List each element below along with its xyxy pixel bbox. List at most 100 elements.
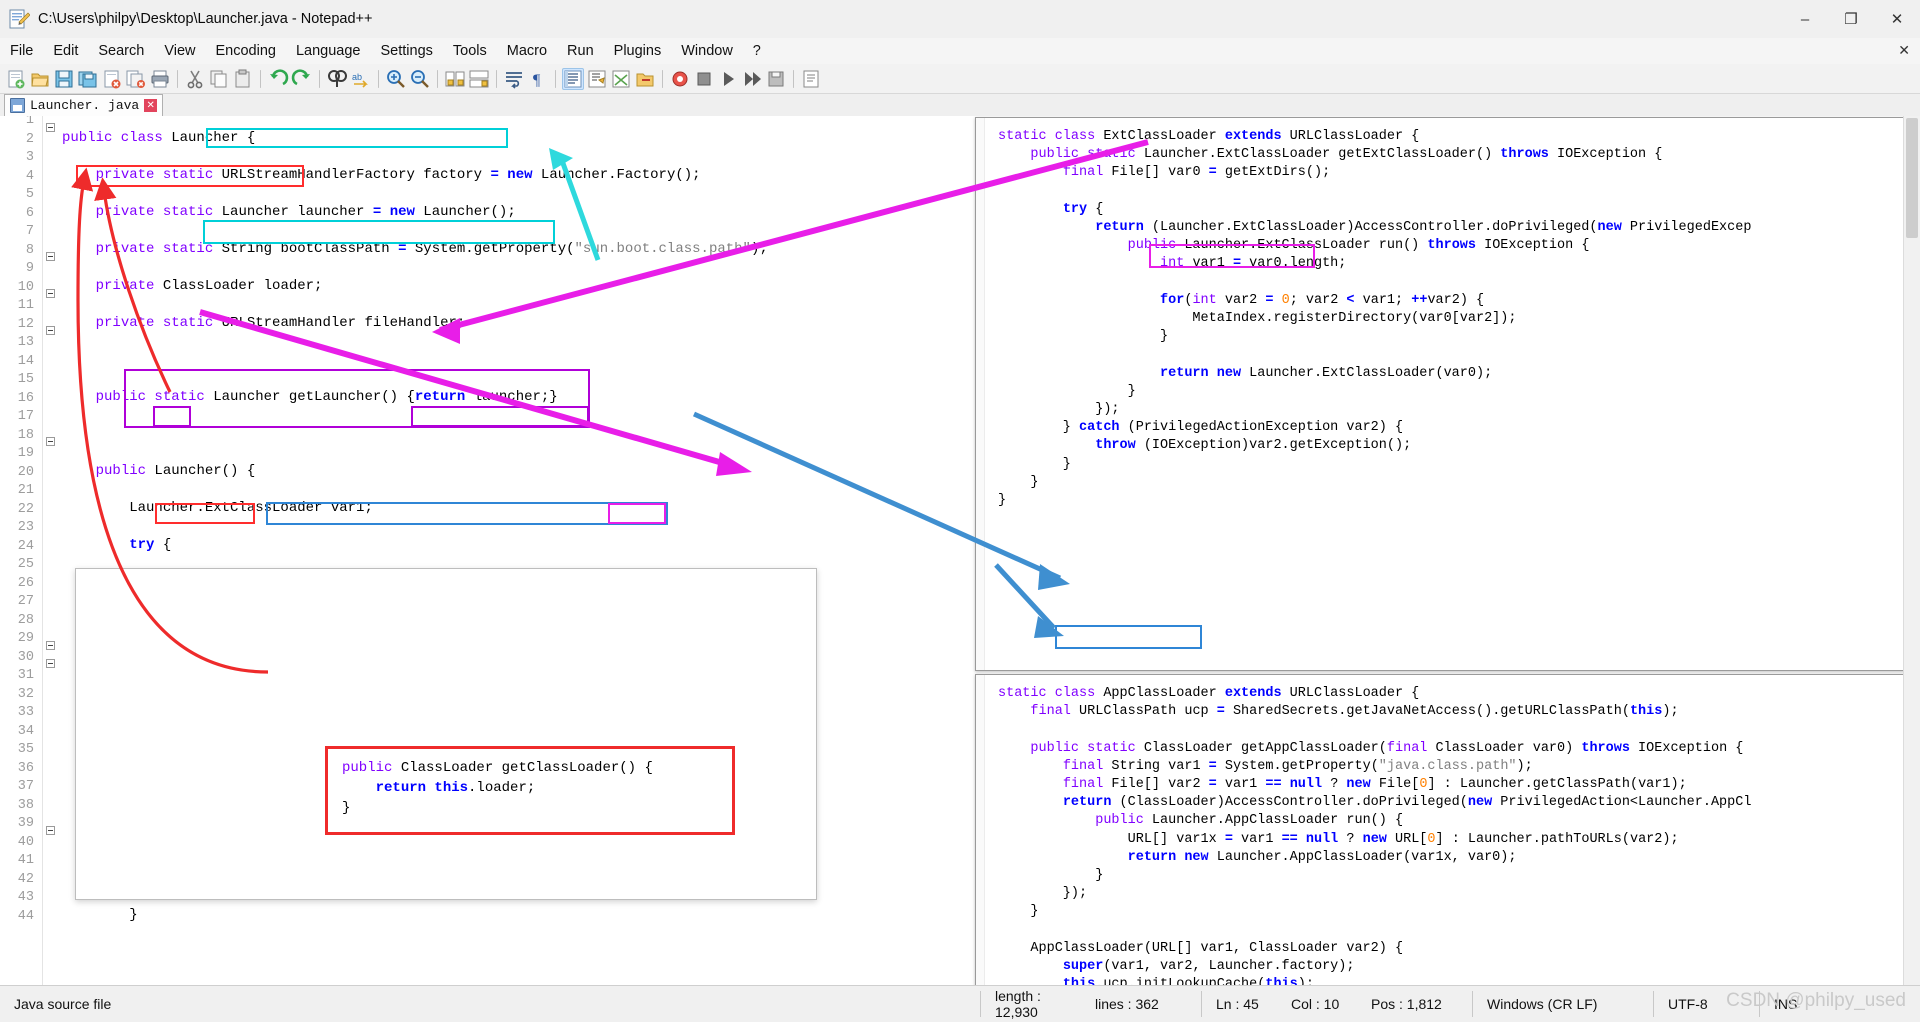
- line-number: 8: [25, 242, 34, 258]
- fold-toggle-line-12[interactable]: [46, 326, 55, 335]
- word-wrap-icon[interactable]: [503, 68, 525, 90]
- close-button[interactable]: ✕: [1874, 0, 1920, 38]
- snippet-card: [75, 568, 817, 900]
- ext-classloader-panel: static class ExtClassLoader extends URLC…: [975, 117, 1920, 671]
- line-number: 6: [25, 205, 34, 221]
- toolbar-separator-5: [437, 69, 438, 88]
- show-map-icon[interactable]: [586, 68, 608, 90]
- close-all-icon[interactable]: [125, 68, 147, 90]
- menu-encoding[interactable]: Encoding: [206, 41, 286, 61]
- line-number: 34: [17, 723, 34, 739]
- macro-play-icon[interactable]: [717, 68, 739, 90]
- snippet-code: public ClassLoader getClassLoader() { re…: [342, 760, 653, 816]
- save-icon[interactable]: [53, 68, 75, 90]
- menu-edit[interactable]: Edit: [43, 41, 88, 61]
- status-ln: Ln : 45: [1216, 996, 1259, 1012]
- save-all-icon[interactable]: [77, 68, 99, 90]
- notepad-document-icon: [8, 8, 31, 30]
- open-file-icon[interactable]: [29, 68, 51, 90]
- line-number: 17: [17, 409, 34, 424]
- line-number: 2: [25, 131, 34, 147]
- source-code-ext[interactable]: static class ExtClassLoader extends URLC…: [998, 128, 1751, 510]
- line-number: 25: [17, 557, 34, 572]
- fold-toggle-line-10[interactable]: [46, 289, 55, 298]
- scrollbar-thumb[interactable]: [1906, 118, 1918, 238]
- window-title: C:\Users\philpy\Desktop\Launcher.java - …: [38, 11, 373, 27]
- cut-icon[interactable]: [184, 68, 206, 90]
- new-file-icon[interactable]: [5, 68, 27, 90]
- line-number: 24: [17, 538, 34, 554]
- function-list-icon[interactable]: [610, 68, 632, 90]
- menu-search[interactable]: Search: [88, 41, 154, 61]
- menu-language[interactable]: Language: [286, 41, 371, 61]
- paste-icon[interactable]: [232, 68, 254, 90]
- indent-guide-icon[interactable]: [562, 67, 584, 90]
- macro-playmulti-icon[interactable]: [741, 68, 763, 90]
- source-code-app[interactable]: static class AppClassLoader extends URLC…: [998, 685, 1751, 985]
- pilcrow-icon[interactable]: ¶: [527, 68, 549, 90]
- fold-toggle-line-39[interactable]: [46, 826, 55, 835]
- line-number: 20: [17, 464, 34, 480]
- panel-gutter-ext: [976, 118, 985, 670]
- title-bar: C:\Users\philpy\Desktop\Launcher.java - …: [0, 0, 1920, 39]
- fold-toggle-line-8[interactable]: [46, 252, 55, 261]
- folder-as-workspace-icon[interactable]: [634, 68, 656, 90]
- app-classloader-panel: static class AppClassLoader extends URLC…: [975, 674, 1920, 985]
- line-number: 9: [25, 261, 34, 276]
- editor-vertical-scrollbar[interactable]: [1903, 116, 1920, 985]
- copy-icon[interactable]: [208, 68, 230, 90]
- toolbar-separator-8: [662, 69, 663, 88]
- close-document-button[interactable]: ✕: [1898, 42, 1910, 59]
- fold-margin[interactable]: [44, 116, 62, 985]
- zoom-in-icon[interactable]: [385, 68, 407, 90]
- menu-run[interactable]: Run: [557, 41, 604, 61]
- save-file-icon: [10, 98, 25, 113]
- macro-save-icon[interactable]: [765, 68, 787, 90]
- fold-toggle-line-30[interactable]: [46, 659, 55, 668]
- monitoring-icon[interactable]: [669, 68, 691, 90]
- find-icon[interactable]: [326, 68, 348, 90]
- menu-plugins[interactable]: Plugins: [604, 41, 672, 61]
- document-map-icon[interactable]: [800, 68, 822, 90]
- tab-close-icon[interactable]: ✕: [144, 99, 158, 112]
- line-number: 3: [25, 150, 34, 165]
- svg-text:¶: ¶: [533, 72, 541, 89]
- status-eol: Windows (CR LF): [1487, 996, 1598, 1012]
- menu-settings[interactable]: Settings: [370, 41, 442, 61]
- print-icon[interactable]: [149, 68, 171, 90]
- menu-file[interactable]: File: [0, 41, 43, 61]
- line-number: 33: [17, 705, 34, 720]
- sync-horizontal-icon[interactable]: [468, 68, 490, 90]
- menu-macro[interactable]: Macro: [497, 41, 557, 61]
- fold-toggle-line-18[interactable]: [46, 437, 55, 446]
- line-number: 7: [25, 224, 34, 239]
- undo-icon[interactable]: [267, 68, 289, 90]
- fold-toggle-line-1[interactable]: [46, 123, 55, 132]
- toolbar-separator-6: [496, 69, 497, 88]
- menu-tools[interactable]: Tools: [443, 41, 497, 61]
- code-editor[interactable]: 1 2 3 4 5 6 7 8 9 10 11 12 13 14 15 16 17 18 19 20 21 22 23 24 2…: [0, 116, 1920, 985]
- maximize-button[interactable]: ❐: [1828, 0, 1874, 38]
- fold-toggle-line-29[interactable]: [46, 641, 55, 650]
- sync-vertical-icon[interactable]: [444, 68, 466, 90]
- minimize-button[interactable]: –: [1782, 0, 1828, 38]
- menu-help[interactable]: ?: [743, 41, 771, 61]
- toolbar: ab ¶: [0, 64, 1920, 94]
- line-number: 28: [17, 612, 34, 628]
- getclassloader-snippet-box: public ClassLoader getClassLoader() { re…: [325, 746, 735, 835]
- line-number: 11: [17, 298, 34, 313]
- menu-view[interactable]: View: [154, 41, 205, 61]
- replace-icon[interactable]: ab: [350, 68, 372, 90]
- line-number: 39: [17, 816, 34, 831]
- line-number: 10: [17, 279, 34, 295]
- line-number: 16: [17, 390, 34, 406]
- line-number-gutter: 1 2 3 4 5 6 7 8 9 10 11 12 13 14 15 16 17 18 19 20 21 22 23 24 2…: [0, 116, 43, 985]
- tab-launcher-java[interactable]: Launcher. java ✕: [4, 94, 164, 116]
- zoom-out-icon[interactable]: [409, 68, 431, 90]
- close-file-icon[interactable]: [101, 68, 123, 90]
- macro-stop-icon[interactable]: [693, 68, 715, 90]
- line-number: 42: [17, 871, 34, 887]
- menu-window[interactable]: Window: [671, 41, 743, 61]
- redo-icon[interactable]: [291, 68, 313, 90]
- line-number: 31: [17, 668, 34, 683]
